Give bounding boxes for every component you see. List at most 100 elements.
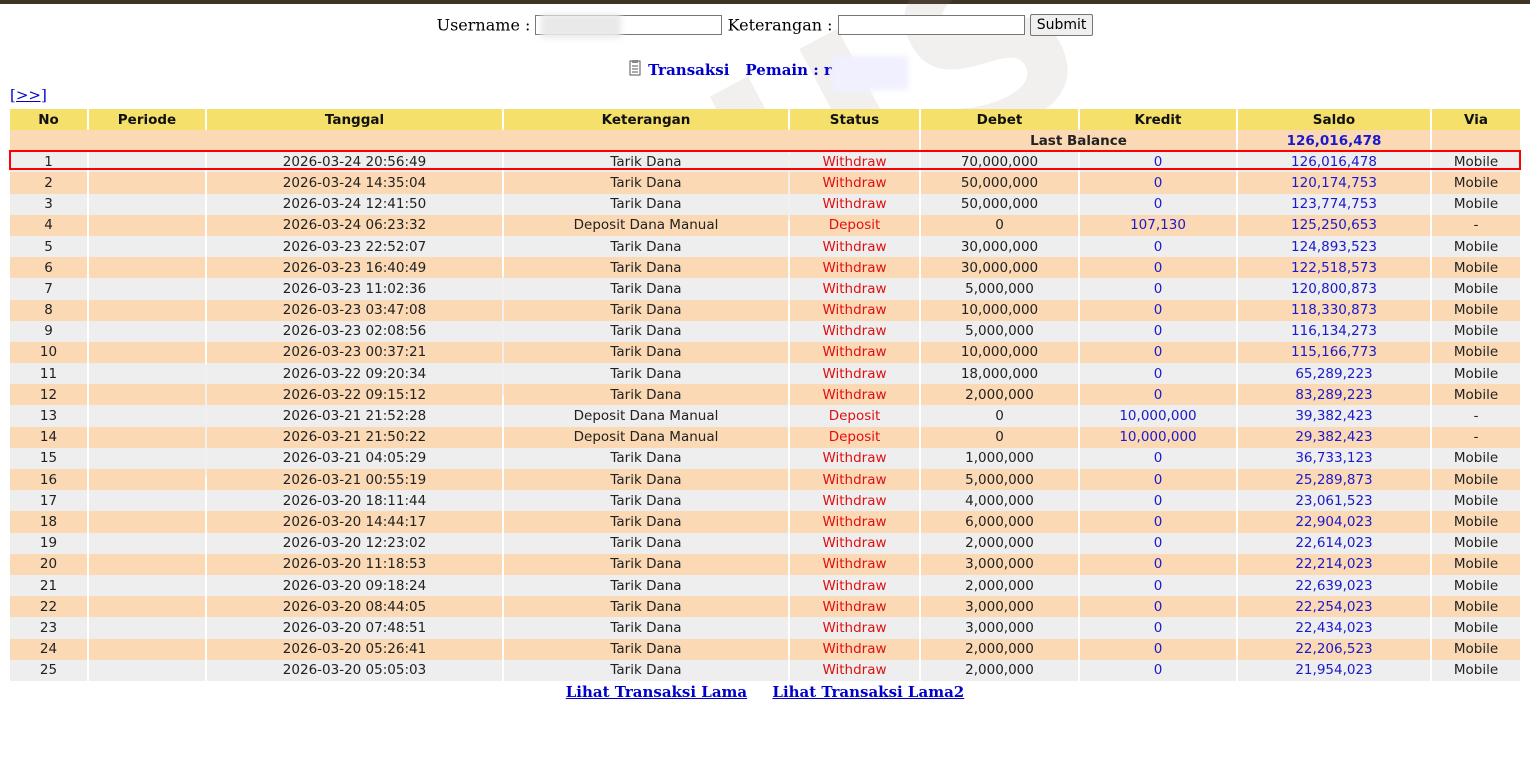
- cell-saldo: 124,893,523: [1238, 235, 1430, 258]
- top-border: [0, 0, 1530, 4]
- cell-no: 23: [10, 617, 87, 639]
- table-row: 5 2026-03-23 22:52:07 Tarik Dana Withdraw 30…: [10, 235, 1520, 258]
- cell-kredit: 0: [1080, 511, 1236, 533]
- cell-debet: 5,000,000: [921, 469, 1078, 491]
- cell-tanggal: 2026-03-24 12:41:50: [207, 193, 502, 215]
- cell-kredit: 10,000,000: [1080, 405, 1236, 427]
- cell-saldo: 122,518,573: [1238, 257, 1430, 279]
- cell-tanggal: 2026-03-21 04:05:29: [207, 447, 502, 469]
- cell-status: Withdraw: [790, 172, 919, 194]
- cell-keterangan: Deposit Dana Manual: [504, 405, 788, 427]
- table-row: 9 2026-03-23 02:08:56 Tarik Dana Withdraw 5,…: [10, 320, 1520, 342]
- cell-via: Mobile: [1432, 151, 1520, 173]
- cell-tanggal: 2026-03-20 08:44:05: [207, 596, 502, 618]
- cell-periode: [89, 659, 205, 681]
- cell-status: Deposit: [790, 426, 919, 448]
- table-row: 24 2026-03-20 05:26:41 Tarik Dana Withdraw 2…: [10, 638, 1520, 660]
- cell-keterangan: Tarik Dana: [504, 363, 788, 385]
- cell-tanggal: 2026-03-22 09:20:34: [207, 363, 502, 385]
- col-tanggal: Tanggal: [207, 109, 502, 130]
- cell-debet: 5,000,000: [921, 278, 1078, 300]
- cell-periode: [89, 532, 205, 554]
- cell-tanggal: 2026-03-24 06:23:32: [207, 214, 502, 236]
- cell-no: 12: [10, 384, 87, 406]
- cell-status: Withdraw: [790, 447, 919, 469]
- cell-via: Mobile: [1432, 278, 1520, 300]
- cell-debet: 2,000,000: [921, 384, 1078, 406]
- cell-kredit: 10,000,000: [1080, 426, 1236, 448]
- cell-no: 8: [10, 299, 87, 321]
- cell-periode: [89, 405, 205, 427]
- cell-tanggal: 2026-03-20 12:23:02: [207, 532, 502, 554]
- username-label: Username :: [436, 15, 531, 35]
- cell-debet: 2,000,000: [921, 574, 1078, 597]
- table-row: 22 2026-03-20 08:44:05 Tarik Dana Withdraw 3…: [10, 596, 1520, 618]
- cell-keterangan: Tarik Dana: [504, 659, 788, 681]
- col-periode: Periode: [89, 109, 205, 130]
- cell-saldo: 22,254,023: [1238, 596, 1430, 618]
- cell-status: Withdraw: [790, 490, 919, 512]
- cell-no: 7: [10, 278, 87, 300]
- cell-kredit: 0: [1080, 235, 1236, 258]
- table-row: 20 2026-03-20 11:18:53 Tarik Dana Withdraw 3…: [10, 553, 1520, 575]
- cell-status: Withdraw: [790, 320, 919, 342]
- cell-kredit: 0: [1080, 151, 1236, 173]
- cell-periode: [89, 384, 205, 406]
- submit-button[interactable]: Submit: [1029, 14, 1094, 36]
- cell-saldo: 126,016,478: [1238, 151, 1430, 173]
- cell-via: Mobile: [1432, 511, 1520, 533]
- cell-debet: 10,000,000: [921, 341, 1078, 364]
- cell-tanggal: 2026-03-20 11:18:53: [207, 553, 502, 575]
- redacted-pemain: [832, 56, 908, 90]
- cell-tanggal: 2026-03-23 03:47:08: [207, 299, 502, 321]
- cell-keterangan: Tarik Dana: [504, 596, 788, 618]
- cell-kredit: 0: [1080, 447, 1236, 469]
- cell-no: 21: [10, 574, 87, 597]
- cell-via: Mobile: [1432, 384, 1520, 406]
- cell-kredit: 0: [1080, 638, 1236, 660]
- table-header-row: No Periode Tanggal Keterangan Status Deb…: [10, 109, 1520, 130]
- cell-no: 24: [10, 638, 87, 660]
- col-via: Via: [1432, 109, 1520, 130]
- cell-kredit: 0: [1080, 341, 1236, 364]
- cell-via: -: [1432, 405, 1520, 427]
- cell-via: Mobile: [1432, 617, 1520, 639]
- table-row: 23 2026-03-20 07:48:51 Tarik Dana Withdraw 3…: [10, 617, 1520, 639]
- cell-kredit: 0: [1080, 490, 1236, 512]
- cell-tanggal: 2026-03-21 00:55:19: [207, 469, 502, 491]
- cell-via: -: [1432, 214, 1520, 236]
- cell-keterangan: Deposit Dana Manual: [504, 214, 788, 236]
- cell-tanggal: 2026-03-23 16:40:49: [207, 257, 502, 279]
- cell-saldo: 21,954,023: [1238, 659, 1430, 681]
- cell-tanggal: 2026-03-20 05:05:03: [207, 659, 502, 681]
- cell-via: Mobile: [1432, 574, 1520, 597]
- cell-via: Mobile: [1432, 490, 1520, 512]
- cell-keterangan: Tarik Dana: [504, 172, 788, 194]
- table-row: 2 2026-03-24 14:35:04 Tarik Dana Withdraw 50…: [10, 172, 1520, 194]
- cell-keterangan: Tarik Dana: [504, 638, 788, 660]
- last-balance-label: Last Balance: [921, 130, 1236, 152]
- cell-saldo: 116,134,273: [1238, 320, 1430, 342]
- cell-no: 4: [10, 214, 87, 236]
- cell-debet: 2,000,000: [921, 532, 1078, 554]
- cell-debet: 10,000,000: [921, 299, 1078, 321]
- cell-periode: [89, 341, 205, 364]
- cell-status: Withdraw: [790, 363, 919, 385]
- cell-keterangan: Tarik Dana: [504, 235, 788, 258]
- next-page-link[interactable]: [>>]: [10, 86, 47, 104]
- cell-status: Withdraw: [790, 617, 919, 639]
- cell-saldo: 120,174,753: [1238, 172, 1430, 194]
- lihat-transaksi-lama2-link[interactable]: Lihat Transaksi Lama2: [772, 683, 964, 701]
- cell-periode: [89, 257, 205, 279]
- cell-tanggal: 2026-03-20 09:18:24: [207, 574, 502, 597]
- cell-status: Withdraw: [790, 235, 919, 258]
- cell-via: Mobile: [1432, 469, 1520, 491]
- cell-debet: 2,000,000: [921, 638, 1078, 660]
- cell-status: Withdraw: [790, 574, 919, 597]
- cell-keterangan: Tarik Dana: [504, 553, 788, 575]
- cell-kredit: 0: [1080, 193, 1236, 215]
- cell-kredit: 0: [1080, 278, 1236, 300]
- lihat-transaksi-lama-link[interactable]: Lihat Transaksi Lama: [566, 683, 747, 701]
- keterangan-input[interactable]: [837, 15, 1025, 35]
- cell-via: Mobile: [1432, 447, 1520, 469]
